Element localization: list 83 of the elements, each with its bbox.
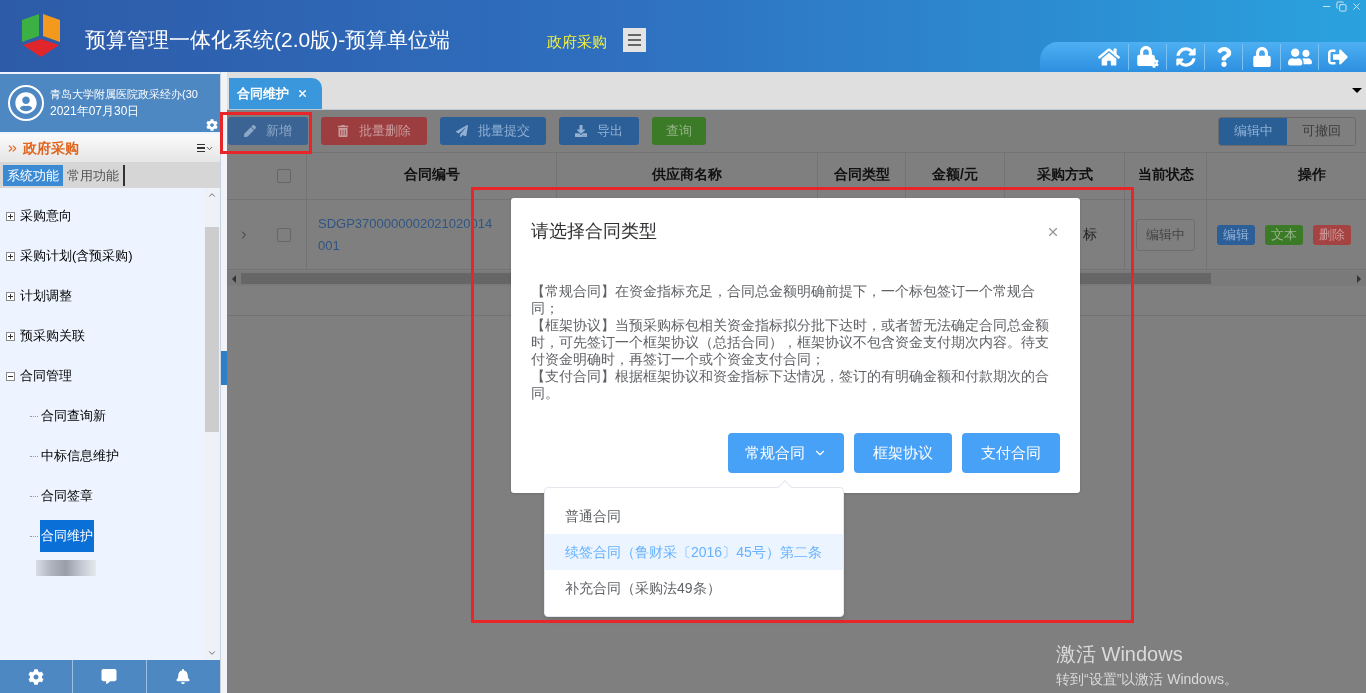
toolbar-button[interactable]: 批量删除 (321, 117, 427, 145)
dialog-paragraph: 【框架协议】当预采购标包相关资金指标拟分批下达时，或者暂无法确定合同总金额时，可先签订一个框架协议（总括合同），框架协议不包含资金支付期次内容。待支付资金明确时，再签订一个或个资金支付合同； (531, 317, 1050, 368)
sidebar-tab[interactable]: 常用功能 (63, 165, 125, 186)
menu-item[interactable]: 普通合同 (545, 498, 843, 534)
home-icon[interactable] (1098, 46, 1120, 68)
tree-item[interactable]: 合同维护 (40, 520, 94, 552)
collapse-menu-icon[interactable] (197, 143, 214, 153)
page-tab[interactable]: 合同维护 (229, 78, 322, 109)
message-icon[interactable] (101, 669, 118, 684)
scrollbar[interactable] (204, 188, 220, 660)
column-header: 合同类型 (833, 164, 890, 184)
activation-hint: 转到“设置”以激活 Windows。 (1056, 670, 1238, 689)
app-title: 预算管理一体化系统(2.0版)-预算单位端 (85, 27, 451, 53)
column-header: 金额/元 (932, 164, 978, 184)
menu-item[interactable]: 续签合同（鲁财采〔2016〕45号）第二条 (545, 534, 843, 570)
activation-title: 激活 Windows (1056, 642, 1184, 667)
pencil-icon (244, 125, 256, 137)
tree-item[interactable]: 合同签章 (40, 480, 94, 512)
column-header: 当前状态 (1137, 164, 1194, 184)
expand-icon[interactable] (6, 291, 15, 301)
checkbox[interactable] (276, 227, 291, 242)
expand-icon[interactable] (6, 251, 15, 261)
dropdown-button[interactable]: 常规合同 (728, 433, 844, 473)
users-icon[interactable] (1287, 47, 1312, 67)
toolbar-button[interactable]: 导出 (559, 117, 639, 145)
status-chip: 编辑中 (1136, 218, 1195, 251)
user-name: 青岛大学附属医院政采经办(30 (50, 86, 198, 102)
tree-item[interactable]: 合同查询新 (40, 400, 107, 432)
collapse-handle[interactable] (221, 350, 227, 385)
dialog-paragraph: 【常规合同】在资金指标充足，合同总金额明确前提下，一个标包签订一个常规合同； (531, 283, 1036, 317)
expand-icon[interactable] (6, 331, 15, 341)
expand-icon[interactable] (6, 211, 15, 221)
bell-icon[interactable] (176, 669, 191, 684)
close-icon[interactable] (1351, 1, 1362, 12)
settings-icon[interactable] (206, 119, 218, 131)
collapse-icon[interactable] (6, 371, 15, 381)
paper-plane-icon (456, 125, 468, 137)
row-action-button[interactable]: 文本 (1265, 224, 1303, 245)
menu-item[interactable]: 补充合同（采购法49条） (545, 570, 843, 606)
download-icon (575, 125, 587, 137)
column-header: 供应商名称 (652, 164, 722, 184)
lock-gear-icon[interactable] (1136, 46, 1159, 68)
sidebar-tab[interactable]: 系统功能 (3, 165, 63, 186)
toolbar-button[interactable]: 查询 (652, 117, 706, 145)
redacted-block (36, 560, 96, 576)
dialog-button[interactable]: 框架协议 (854, 433, 952, 473)
table-cell-text: 标 (1083, 225, 1097, 244)
row-action-button[interactable]: 编辑 (1217, 224, 1255, 245)
exit-icon[interactable] (1326, 47, 1349, 67)
user-avatar-icon (8, 85, 44, 121)
scroll-left-icon[interactable] (232, 274, 236, 283)
menu-icon[interactable] (623, 28, 647, 52)
tree-item[interactable]: 预采购关联 (19, 326, 86, 346)
settings-icon[interactable] (28, 668, 45, 685)
tree-item[interactable]: 合同管理 (19, 366, 73, 386)
login-date: 2021年07月30日 (50, 103, 141, 121)
cube-logo-icon (19, 12, 63, 58)
section-title: 政府采购 (23, 138, 80, 158)
dialog-title: 请选择合同类型 (531, 220, 657, 243)
scroll-down-icon[interactable] (207, 648, 217, 658)
column-header: 合同编号 (403, 164, 460, 184)
dialog-button[interactable]: 支付合同 (962, 433, 1060, 473)
restore-icon[interactable] (1336, 1, 1347, 12)
scroll-right-icon[interactable] (1357, 274, 1361, 283)
column-header: 操作 (1298, 164, 1326, 184)
scroll-up-icon[interactable] (207, 190, 217, 200)
close-icon[interactable] (297, 88, 308, 99)
status-toggle[interactable]: 编辑中 (1219, 117, 1287, 145)
trash-icon (337, 125, 349, 137)
column-header: 采购方式 (1036, 164, 1093, 184)
module-link[interactable]: 政府采购 (547, 31, 608, 54)
dropdown-caret-icon[interactable] (1352, 88, 1362, 93)
tree-item[interactable]: 中标信息维护 (40, 440, 120, 472)
checkbox[interactable] (276, 169, 291, 183)
lock-icon[interactable] (1252, 47, 1271, 67)
dialog-paragraph: 【支付合同】根据框架协议和资金指标下达情况，签订的有明确金额和付款期次的合同。 (531, 368, 1050, 402)
tree-item[interactable]: 计划调整 (19, 286, 73, 306)
toolbar-button[interactable]: 批量提交 (440, 117, 546, 145)
toolbar-button[interactable]: 新增 (228, 117, 308, 145)
row-action-button[interactable]: 删除 (1313, 224, 1351, 245)
tree-item[interactable]: 采购意向 (19, 206, 73, 226)
refresh-icon[interactable] (1175, 47, 1196, 67)
tree-item[interactable]: 采购计划(含预采购) (19, 246, 134, 266)
